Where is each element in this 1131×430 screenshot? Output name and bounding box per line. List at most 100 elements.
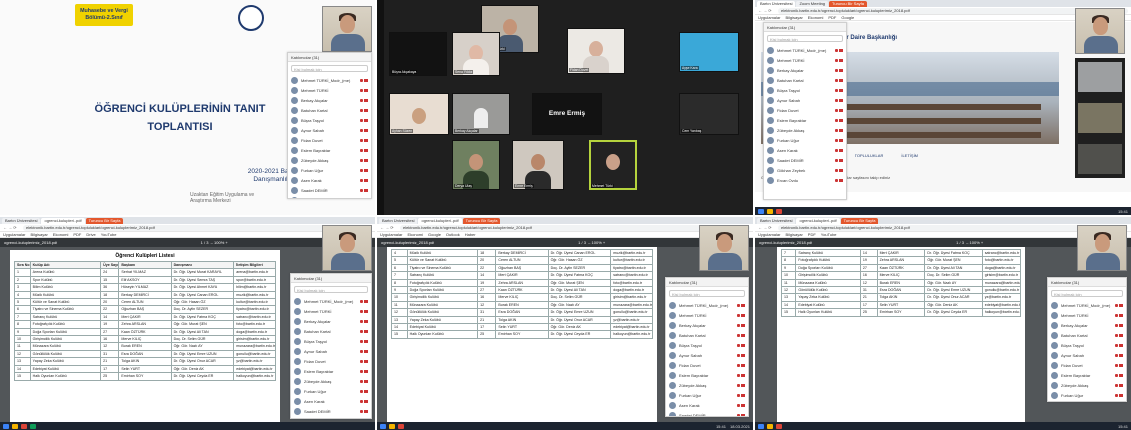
- start-icon[interactable]: [380, 423, 386, 429]
- nav-buttons[interactable]: ← → ⟳: [758, 225, 778, 230]
- mic-camera-off-icon[interactable]: [1113, 313, 1123, 318]
- browser-tab[interactable]: Turuncu Bir Sayfa: [85, 218, 124, 224]
- mic-camera-off-icon[interactable]: [358, 198, 368, 199]
- video-tile[interactable]: Cem Yanbaş: [679, 93, 739, 135]
- mic-camera-off-icon[interactable]: [833, 48, 843, 53]
- mic-camera-off-icon[interactable]: [358, 369, 368, 374]
- participant-row[interactable]: Eslem Bayraktar: [1048, 370, 1126, 380]
- mic-camera-off-icon[interactable]: [833, 58, 843, 63]
- bookmark[interactable]: Google: [841, 15, 854, 20]
- browser-tab[interactable]: Bartın Üniversitesi: [379, 218, 418, 224]
- video-tile[interactable]: Büşra Akçakaya: [389, 32, 447, 76]
- browser-tab[interactable]: ogrenci-kulupleri..pdf: [418, 218, 462, 224]
- mic-camera-off-icon[interactable]: [358, 108, 368, 113]
- mic-camera-off-icon[interactable]: [735, 383, 745, 388]
- mic-camera-off-icon[interactable]: [735, 363, 745, 368]
- folder-icon[interactable]: [767, 208, 773, 214]
- participant-row[interactable]: Eslem Bayraktar: [666, 370, 748, 380]
- bookmark[interactable]: Outlook: [446, 232, 460, 237]
- bookmark[interactable]: Google: [428, 232, 441, 237]
- url-input[interactable]: elektronik.bartin.edu.tr/ogrenci-toplulu…: [23, 224, 372, 231]
- nav-buttons[interactable]: ← → ⟳: [3, 225, 23, 230]
- participant-row[interactable]: Büşra Taşyol: [666, 340, 748, 350]
- participant-row[interactable]: Zübeyde Akkaş: [666, 380, 748, 390]
- participant-row[interactable]: Mehmet TÜRKİ: [666, 310, 748, 320]
- mic-camera-off-icon[interactable]: [833, 108, 843, 113]
- browser-tab[interactable]: Turuncu Bir Sayfa: [840, 218, 879, 224]
- participant-row[interactable]: Batuhan Kartal: [288, 105, 371, 115]
- participant-row[interactable]: Mehmet TÜRKİ_Modr_(me): [764, 45, 846, 55]
- mic-camera-off-icon[interactable]: [1113, 393, 1123, 398]
- participant-row[interactable]: Mehmet TÜRKİ_Modr_(me): [1048, 300, 1126, 310]
- participant-row[interactable]: Saadet DEMİR: [666, 410, 748, 416]
- mic-camera-off-icon[interactable]: [833, 168, 843, 173]
- mic-camera-off-icon[interactable]: [358, 128, 368, 133]
- mic-camera-off-icon[interactable]: [735, 333, 745, 338]
- mic-camera-off-icon[interactable]: [833, 78, 843, 83]
- search-input[interactable]: Kişi bulmak için: [291, 65, 368, 72]
- mic-camera-off-icon[interactable]: [833, 148, 843, 153]
- browser-tab[interactable]: Turuncu Bir Sayfa: [829, 1, 867, 7]
- video-tile[interactable]: Ayşe Kara: [679, 32, 739, 72]
- participant-row[interactable]: Mehmet TÜRKİ: [291, 306, 371, 316]
- mic-camera-off-icon[interactable]: [358, 329, 368, 334]
- participant-row[interactable]: Asen Karak: [666, 400, 748, 410]
- menu-item[interactable]: İLETİŞİM: [901, 153, 918, 158]
- mic-camera-off-icon[interactable]: [358, 138, 368, 143]
- mic-camera-off-icon[interactable]: [358, 98, 368, 103]
- bookmark[interactable]: YouTube: [101, 232, 117, 237]
- participant-row[interactable]: Eslem Bayraktar: [288, 145, 371, 155]
- browser-icon[interactable]: [776, 208, 782, 214]
- mic-camera-off-icon[interactable]: [735, 353, 745, 358]
- participant-row[interactable]: Asen Karak: [291, 396, 371, 406]
- mic-camera-off-icon[interactable]: [358, 158, 368, 163]
- participant-row[interactable]: Berkay Akçalar: [666, 320, 748, 330]
- mic-camera-off-icon[interactable]: [833, 98, 843, 103]
- mic-camera-off-icon[interactable]: [358, 309, 368, 314]
- spreadsheet-icon[interactable]: [30, 423, 36, 429]
- mic-camera-off-icon[interactable]: [833, 128, 843, 133]
- mic-camera-off-icon[interactable]: [735, 303, 745, 308]
- bookmark[interactable]: Uygulamalar: [758, 232, 780, 237]
- participant-row[interactable]: Aynur Sabah: [291, 346, 371, 356]
- gallery-mini-tile[interactable]: [1078, 144, 1122, 174]
- folder-icon[interactable]: [389, 423, 395, 429]
- bookmark[interactable]: Ekonomi: [53, 232, 69, 237]
- participant-row[interactable]: Eslem Bayraktar: [764, 115, 846, 125]
- participant-row[interactable]: Aynur Sabah: [288, 125, 371, 135]
- mic-camera-off-icon[interactable]: [833, 158, 843, 163]
- participant-row[interactable]: Batuhan Kartal: [666, 330, 748, 340]
- bookmark[interactable]: PDF: [73, 232, 81, 237]
- participant-row[interactable]: Saadet DEMİR: [764, 155, 846, 165]
- video-tile[interactable]: Emre Ermiş: [512, 140, 564, 190]
- participant-row[interactable]: Mehmet TÜRKİ_Modr_(me): [291, 296, 371, 306]
- video-tile[interactable]: Ayhan Süzen: [389, 93, 449, 135]
- participant-row[interactable]: Gökhan Zeybek: [288, 195, 371, 199]
- participant-row[interactable]: Saadet DEMİR: [291, 406, 371, 416]
- mic-camera-off-icon[interactable]: [735, 313, 745, 318]
- mic-camera-off-icon[interactable]: [1113, 363, 1123, 368]
- mic-camera-off-icon[interactable]: [735, 403, 745, 408]
- search-input[interactable]: Kişi bulmak için: [767, 35, 843, 42]
- participant-row[interactable]: Batuhan Kartal: [291, 326, 371, 336]
- mic-camera-off-icon[interactable]: [1113, 383, 1123, 388]
- participant-row[interactable]: Aynur Sabah: [666, 350, 748, 360]
- participant-row[interactable]: Aynur Sabah: [1048, 350, 1126, 360]
- participant-row[interactable]: Büşra Taşyol: [764, 85, 846, 95]
- mic-camera-off-icon[interactable]: [358, 299, 368, 304]
- bookmark[interactable]: Uygulamalar: [3, 232, 25, 237]
- mic-camera-off-icon[interactable]: [1113, 333, 1123, 338]
- participant-row[interactable]: Zübeyde Akkaş: [288, 155, 371, 165]
- participant-row[interactable]: Fidan Duvet: [291, 356, 371, 366]
- video-tile[interactable]: Derya Ulaş: [452, 140, 500, 190]
- mic-camera-off-icon[interactable]: [833, 68, 843, 73]
- participant-row[interactable]: Zübeyde Akkaş: [291, 376, 371, 386]
- participant-row[interactable]: Eslem Bayraktar: [291, 366, 371, 376]
- participant-row[interactable]: Zübeyde Akkaş: [764, 125, 846, 135]
- browser-tab[interactable]: Turuncu Bir Sayfa: [462, 218, 501, 224]
- browser-icon[interactable]: [398, 423, 404, 429]
- url-input[interactable]: elektronik.bartin.edu.tr/ogrenci-toplulu…: [778, 224, 1128, 231]
- video-tile[interactable]: Berkay Akçalar: [452, 93, 510, 135]
- mic-camera-off-icon[interactable]: [833, 178, 843, 183]
- participant-row[interactable]: Aynur Sabah: [764, 95, 846, 105]
